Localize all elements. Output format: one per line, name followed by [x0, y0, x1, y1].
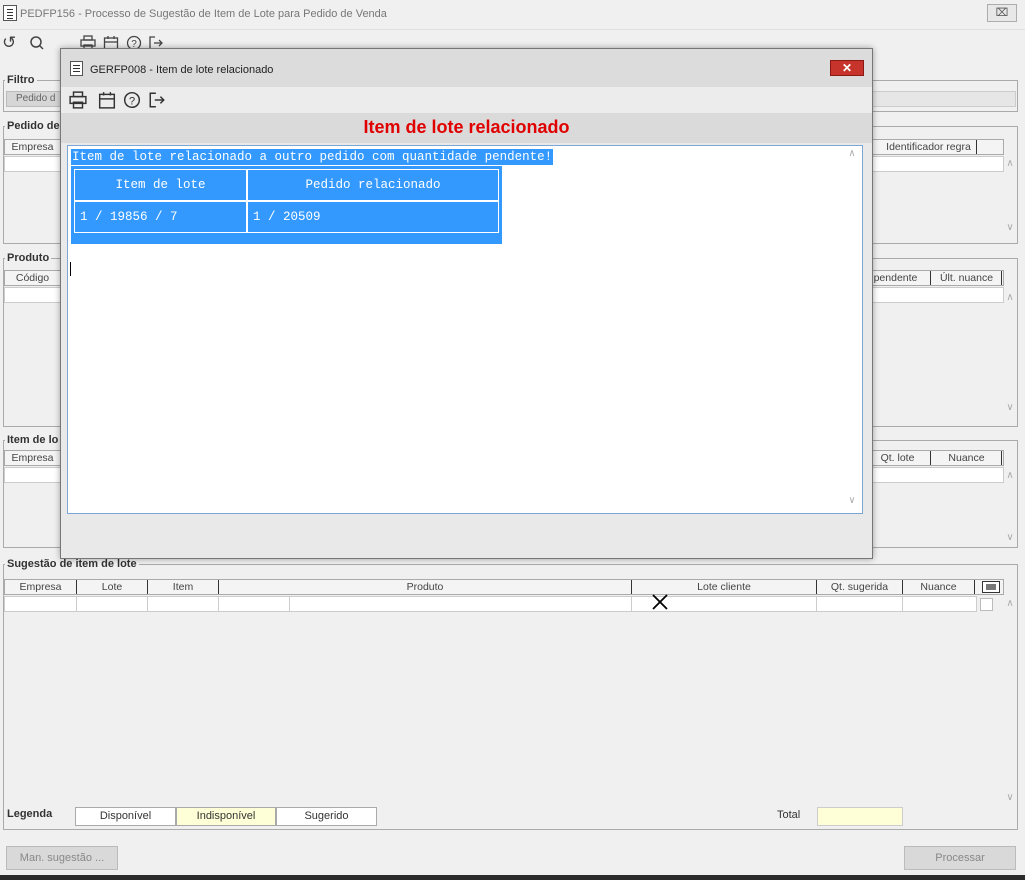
col-empresa[interactable]: Empresa [5, 140, 61, 154]
row-checkbox[interactable] [980, 598, 993, 611]
dialog-message: Item de lote relacionado a outro pedido … [71, 149, 554, 165]
scroll-up-icon[interactable]: ∧ [1003, 292, 1017, 303]
total-field [817, 807, 903, 826]
sugestao-table-header: Empresa Lote Item Produto Lote cliente Q… [4, 579, 1004, 595]
related-lot-dialog: GERFP008 - Item de lote relacionado ✕ ? … [60, 48, 873, 559]
dialog-footer [61, 516, 872, 558]
man-sugestao-button[interactable]: Man. sugestão ... [6, 846, 118, 870]
undo-icon[interactable]: ↺ [2, 34, 16, 52]
col-empresa[interactable]: Empresa [5, 580, 77, 594]
scroll-up-icon[interactable]: ∧ [1003, 598, 1017, 609]
calendar-icon[interactable] [98, 91, 116, 112]
col-produto[interactable]: Produto [219, 580, 632, 594]
legend-disponivel: Disponível [75, 807, 176, 826]
related-lot-table: Item de lote Pedido relacionado 1 / 1985… [71, 166, 502, 244]
col-nuance[interactable]: Nuance [903, 580, 975, 594]
col-lote[interactable]: Lote [77, 580, 148, 594]
text-caret [70, 262, 71, 276]
dialog-document-icon [70, 61, 83, 76]
select-all-checkbox[interactable] [982, 581, 1000, 593]
exit-icon[interactable] [148, 91, 166, 112]
dialog-title: GERFP008 - Item de lote relacionado [90, 64, 274, 76]
header-pedido-relacionado: Pedido relacionado [247, 169, 499, 201]
header-item-de-lote: Item de lote [74, 169, 247, 201]
pedido-filter-label: Pedido d [6, 91, 66, 107]
main-window-title: PEDFP156 - Processo de Sugestão de Item … [20, 8, 387, 20]
dialog-title-bar: GERFP008 - Item de lote relacionado ✕ [61, 49, 872, 87]
taskbar-edge [0, 875, 1025, 880]
sugestao-table-row[interactable] [4, 596, 977, 612]
col-item[interactable]: Item [148, 580, 219, 594]
legend-indisponivel: Indisponível [176, 807, 276, 826]
filtro-input-field[interactable] [872, 91, 1016, 107]
dialog-close-button[interactable]: ✕ [830, 60, 864, 76]
scroll-up-icon[interactable]: ∧ [845, 148, 859, 160]
mouse-cursor-icon [651, 593, 669, 614]
scroll-down-icon[interactable]: ∨ [1003, 222, 1017, 233]
pedido-legend: Pedido de [7, 120, 60, 132]
cell-pedido-relacionado: 1 / 20509 [247, 201, 499, 233]
main-close-button[interactable]: ⌧ [987, 4, 1017, 22]
dialog-heading: Item de lote relacionado [61, 113, 872, 143]
col-nuance[interactable]: Nuance [932, 451, 1002, 465]
main-title-bar: PEDFP156 - Processo de Sugestão de Item … [0, 0, 1025, 30]
produto-legend: Produto [7, 252, 50, 264]
scroll-down-icon[interactable]: ∨ [1003, 402, 1017, 413]
dialog-toolbar: ? [61, 87, 872, 113]
col-empresa[interactable]: Empresa [5, 451, 61, 465]
total-label: Total [777, 809, 801, 821]
col-identificador-regra[interactable]: Identificador regra [881, 140, 977, 154]
print-icon[interactable] [69, 91, 87, 112]
item-lote-legend: Item de lo [7, 434, 59, 446]
col-lote-cliente[interactable]: Lote cliente [632, 580, 817, 594]
scroll-up-icon[interactable]: ∧ [1003, 158, 1017, 169]
scroll-down-icon[interactable]: ∨ [1003, 532, 1017, 543]
sugestao-legend: Sugestão de item de lote [7, 558, 137, 570]
scroll-down-icon[interactable]: ∨ [845, 495, 859, 507]
filtro-legend: Filtro [7, 74, 35, 86]
legenda-label: Legenda [7, 808, 53, 820]
col-qt-lote[interactable]: Qt. lote [865, 451, 931, 465]
search-icon[interactable] [29, 35, 45, 54]
col-ult-nuance[interactable]: Últ. nuance [932, 271, 1002, 285]
scroll-up-icon[interactable]: ∧ [1003, 470, 1017, 481]
scroll-down-icon[interactable]: ∨ [1003, 792, 1017, 803]
cell-item-de-lote: 1 / 19856 / 7 [74, 201, 247, 233]
legend-sugerido: Sugerido [276, 807, 377, 826]
svg-text:?: ? [129, 96, 135, 108]
help-icon[interactable]: ? [123, 91, 141, 112]
app-document-icon [3, 5, 17, 21]
processar-button[interactable]: Processar [904, 846, 1016, 870]
col-qt-sugerida[interactable]: Qt. sugerida [817, 580, 903, 594]
col-codigo[interactable]: Código [5, 271, 61, 285]
dialog-message-area[interactable]: Item de lote relacionado a outro pedido … [67, 145, 863, 514]
